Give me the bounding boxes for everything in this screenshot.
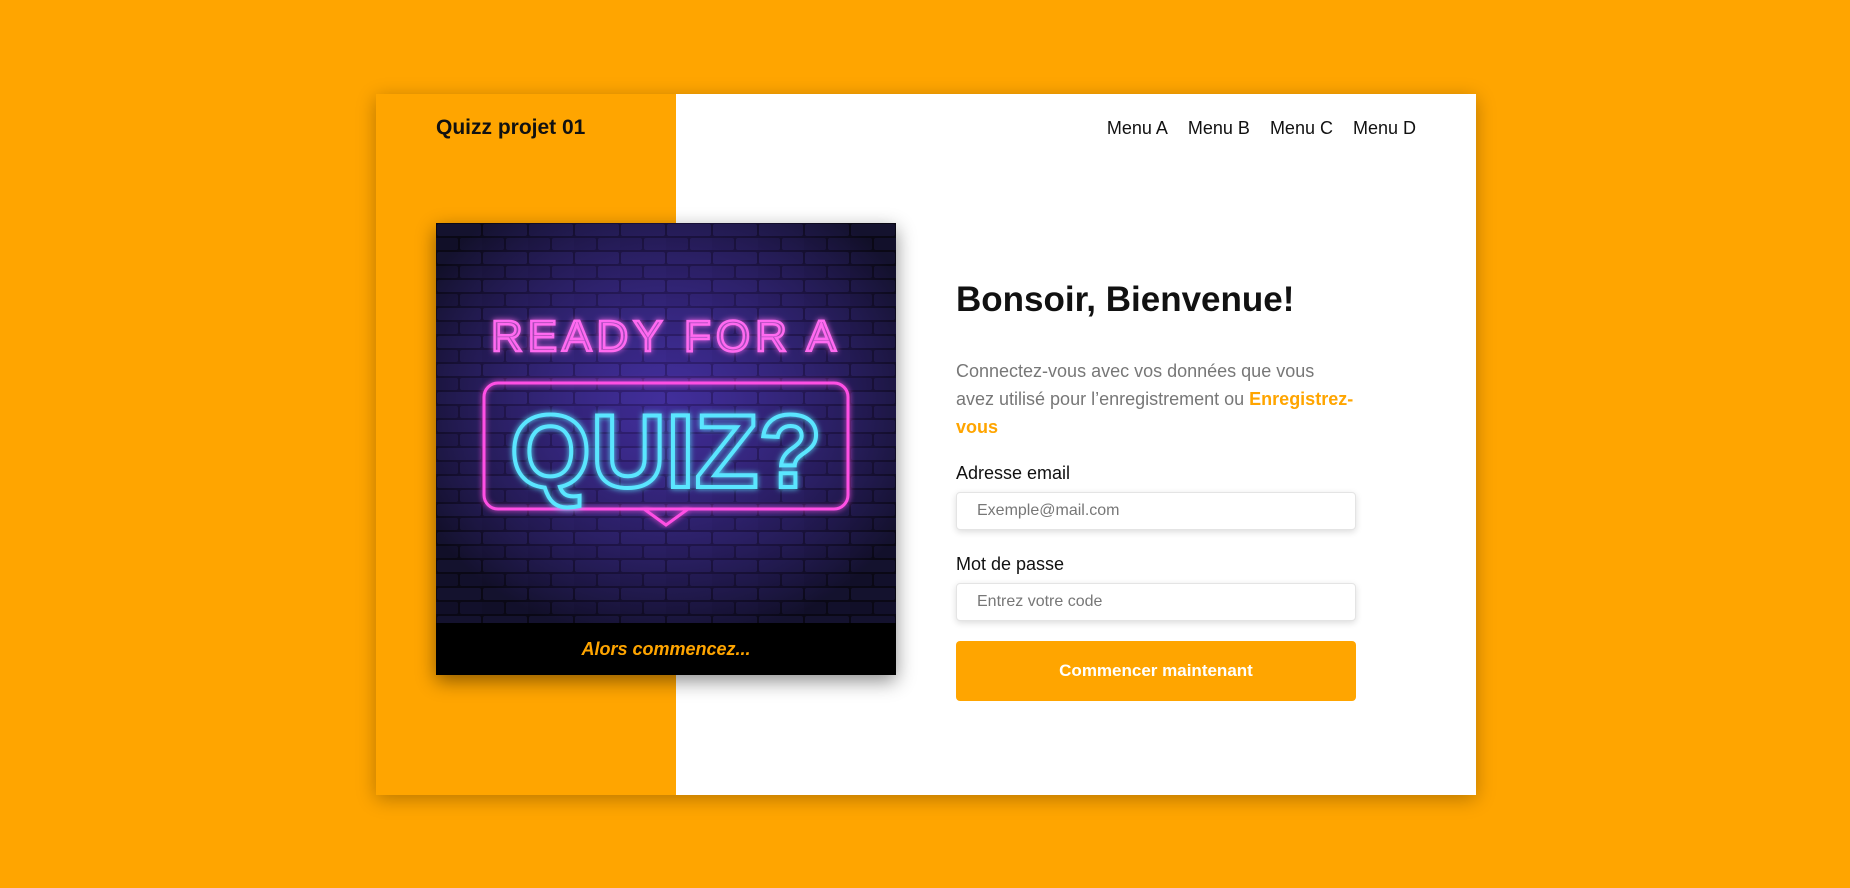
- email-field[interactable]: [956, 492, 1356, 530]
- top-nav: Menu A Menu B Menu C Menu D: [1107, 118, 1416, 139]
- nav-menu-b[interactable]: Menu B: [1188, 118, 1250, 139]
- brand-title: Quizz projet 01: [436, 116, 586, 139]
- page-title: Bonsoir, Bienvenue!: [956, 280, 1295, 319]
- nav-menu-d[interactable]: Menu D: [1353, 118, 1416, 139]
- subtitle: Connectez-vous avec vos données que vous…: [956, 357, 1356, 441]
- start-now-button[interactable]: Commencer maintenant: [956, 641, 1356, 701]
- login-form: Bonsoir, Bienvenue! Connectez-vous avec …: [956, 279, 1356, 701]
- neon-line-1: READY FOR A: [491, 312, 841, 361]
- password-label: Mot de passe: [956, 554, 1065, 574]
- password-field[interactable]: [956, 583, 1356, 621]
- hero-caption: Alors commencez...: [436, 623, 896, 675]
- nav-menu-c[interactable]: Menu C: [1270, 118, 1333, 139]
- neon-line-2: QUIZ?: [510, 394, 822, 510]
- nav-menu-a[interactable]: Menu A: [1107, 118, 1168, 139]
- email-label: Adresse email: [956, 463, 1071, 483]
- neon-quiz-sign: READY FOR A QUIZ?: [436, 223, 896, 623]
- quiz-hero-image: READY FOR A QUIZ? Alors commencez...: [436, 223, 896, 675]
- login-card: Quizz projet 01 Menu A Menu B Menu C Men…: [376, 94, 1476, 795]
